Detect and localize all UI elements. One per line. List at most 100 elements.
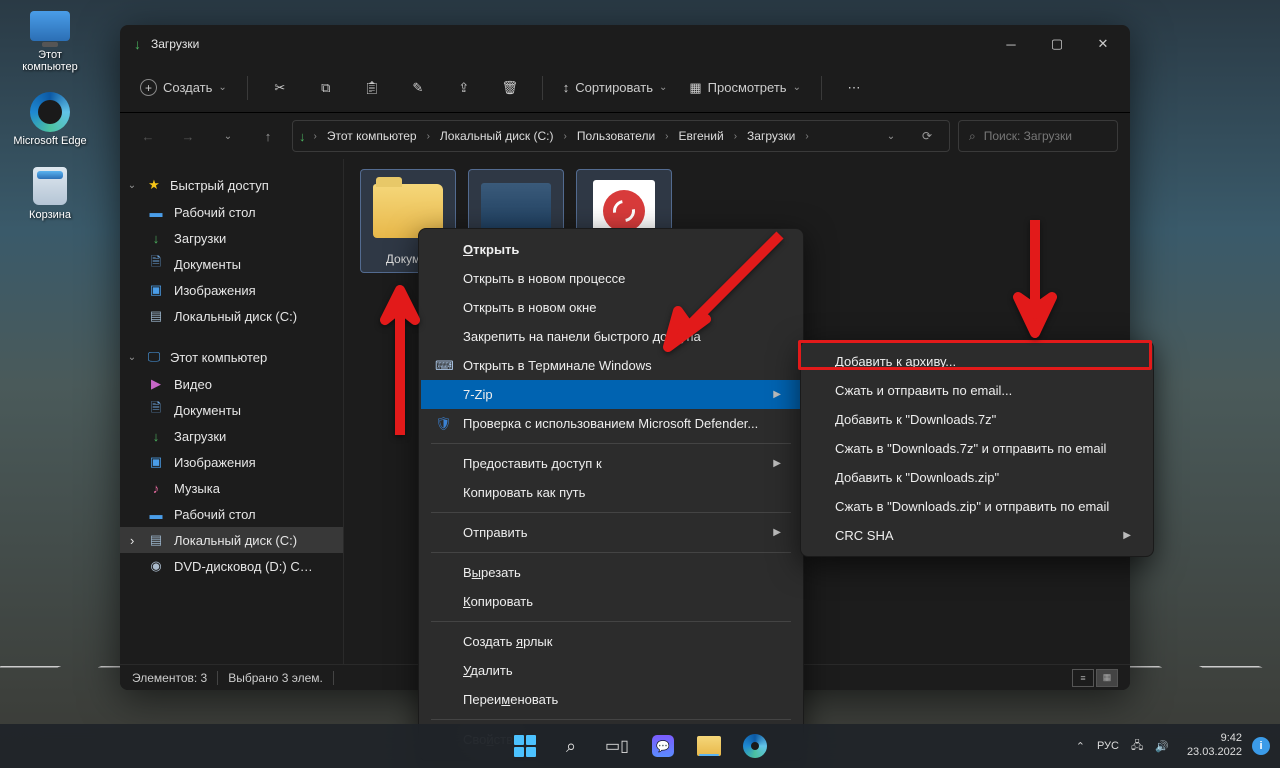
refresh-button[interactable]: ⟳ (911, 120, 943, 152)
close-button[interactable]: ✕ (1080, 28, 1126, 60)
ctx-open[interactable]: Открыть (421, 235, 801, 264)
tray-expand-icon[interactable]: ⌃ (1076, 740, 1085, 753)
downloads-icon: ↓ (148, 428, 164, 444)
icons-view-button[interactable]: ▦ (1096, 669, 1118, 687)
forward-button[interactable]: → (172, 120, 204, 152)
rename-button[interactable]: ✎ (398, 71, 438, 105)
sidebar-item-desktop[interactable]: ▬Рабочий стол (120, 199, 343, 225)
search-input[interactable]: ⌕ Поиск: Загрузки (958, 120, 1118, 152)
ctx-add-archive[interactable]: Добавить к архиву... (803, 347, 1151, 376)
minimize-button[interactable]: ─ (988, 28, 1034, 60)
edge-desktop-icon[interactable]: Microsoft Edge (10, 91, 90, 147)
breadcrumb[interactable]: Этот компьютер (321, 125, 423, 147)
pictures-icon: ▣ (148, 282, 164, 298)
task-view-button[interactable]: ▭▯ (597, 726, 637, 766)
view-button[interactable]: ▦ Просмотреть ⌄ (681, 71, 809, 105)
sidebar-item-videos[interactable]: ▶Видео (120, 371, 343, 397)
sidebar-item-documents[interactable]: 🗎Документы (120, 397, 343, 423)
explorer-taskbar-button[interactable] (689, 726, 729, 766)
this-pc-header[interactable]: ⌄ 🖵 Этот компьютер (120, 343, 343, 371)
sidebar-item-music[interactable]: ♪Музыка (120, 475, 343, 501)
notifications-button[interactable]: i (1252, 737, 1270, 755)
crumb-sep-icon: › (427, 131, 430, 142)
start-button[interactable] (505, 726, 545, 766)
ctx-crc-sha[interactable]: CRC SHA▶ (803, 521, 1151, 550)
paste-button[interactable]: 📋︎ (352, 71, 392, 105)
ctx-add-7z[interactable]: Добавить к "Downloads.7z" (803, 405, 1151, 434)
share-button[interactable]: ⇪ (444, 71, 484, 105)
chevron-right-icon: ▶ (743, 527, 781, 538)
context-menu: Открыть Открыть в новом процессе Открыть… (418, 228, 804, 761)
sidebar-item-desktop[interactable]: ▬Рабочий стол (120, 501, 343, 527)
sidebar-item-downloads[interactable]: ↓Загрузки (120, 225, 343, 251)
clock[interactable]: 9:42 23.03.2022 (1181, 732, 1248, 760)
ctx-add-zip[interactable]: Добавить к "Downloads.zip" (803, 463, 1151, 492)
dvd-icon: ◉ (148, 558, 164, 574)
ctx-defender[interactable]: 🛡Проверка с использованием Microsoft Def… (421, 409, 801, 438)
volume-icon[interactable]: 🔊 (1155, 740, 1169, 753)
search-button[interactable]: ⌕ (551, 726, 591, 766)
breadcrumb[interactable]: Пользователи (571, 125, 661, 147)
sidebar-item-downloads[interactable]: ↓Загрузки (120, 423, 343, 449)
maximize-button[interactable]: ▢ (1034, 28, 1080, 60)
delete-button[interactable]: 🗑︎ (490, 71, 530, 105)
sidebar-item-disk-c[interactable]: ▤Локальный диск (C:) (120, 303, 343, 329)
sidebar-item-disk-c[interactable]: ›▤Локальный диск (C:) (120, 527, 343, 553)
up-button[interactable]: ↑ (252, 120, 284, 152)
ctx-delete[interactable]: Удалить (421, 656, 801, 685)
ctx-compress-7z-email[interactable]: Сжать в "Downloads.7z" и отправить по em… (803, 434, 1151, 463)
chevron-right-icon: ▶ (1093, 530, 1131, 541)
folder-icon (697, 736, 721, 756)
cut-button[interactable]: ✂ (260, 71, 300, 105)
sidebar-item-pictures[interactable]: ▣Изображения (120, 449, 343, 475)
create-button[interactable]: + Создать ⌄ (132, 71, 235, 105)
sidebar-item-dvd[interactable]: ◉ DVD-дисковод (D:) CPBA_X6 (120, 553, 343, 579)
ctx-open-terminal[interactable]: ⌨Открыть в Терминале Windows (421, 351, 801, 380)
taskbar: ⌕ ▭▯ 💬 ⌃ РУС 🖧 🔊 9:42 23.03.2022 i (0, 724, 1280, 768)
ctx-copy-path[interactable]: Копировать как путь (421, 478, 801, 507)
edge-taskbar-button[interactable] (735, 726, 775, 766)
recent-button[interactable]: ⌄ (212, 120, 244, 152)
ctx-open-new-process[interactable]: Открыть в новом процессе (421, 264, 801, 293)
chat-button[interactable]: 💬 (643, 726, 683, 766)
ctx-compress-zip-email[interactable]: Сжать в "Downloads.zip" и отправить по e… (803, 492, 1151, 521)
ctx-grant-access[interactable]: Предоставить доступ к▶ (421, 449, 801, 478)
ctx-shortcut[interactable]: Создать ярлык (421, 627, 801, 656)
this-pc-desktop-icon[interactable]: Этот компьютер (10, 5, 90, 73)
sidebar-item-documents[interactable]: 🗎Документы (120, 251, 343, 277)
sidebar-item-pictures[interactable]: ▣Изображения (120, 277, 343, 303)
ctx-compress-email[interactable]: Сжать и отправить по email... (803, 376, 1151, 405)
breadcrumb[interactable]: Загрузки (741, 125, 801, 147)
copy-icon: ⧉ (321, 80, 330, 96)
ctx-send-to[interactable]: Отправить▶ (421, 518, 801, 547)
copy-button[interactable]: ⧉ (306, 71, 346, 105)
desktop-icon: ▬ (148, 506, 164, 522)
more-button[interactable]: ⋯ (834, 71, 874, 105)
language-indicator[interactable]: РУС (1097, 740, 1119, 752)
ctx-7zip[interactable]: 7-Zip▶ (421, 380, 801, 409)
sort-button[interactable]: ↕ Сортировать ⌄ (555, 71, 676, 105)
toolbar: + Создать ⌄ ✂ ⧉ 📋︎ ✎ ⇪ 🗑︎ ↕ Сортировать … (120, 63, 1130, 113)
titlebar[interactable]: ↓ Загрузки ─ ▢ ✕ (120, 25, 1130, 63)
address-bar[interactable]: ↓ › Этот компьютер › Локальный диск (C:)… (292, 120, 950, 152)
breadcrumb[interactable]: Евгений (673, 125, 730, 147)
ctx-rename[interactable]: Переименовать (421, 685, 801, 714)
sidebar-item-label: DVD-дисковод (D:) CPBA_X6 (174, 559, 314, 574)
ctx-cut[interactable]: Вырезать (421, 558, 801, 587)
back-button[interactable]: ← (132, 120, 164, 152)
ctx-copy[interactable]: Копировать (421, 587, 801, 616)
details-view-button[interactable]: ≡ (1072, 669, 1094, 687)
ctx-open-new-window[interactable]: Открыть в новом окне (421, 293, 801, 322)
create-label: Создать (163, 80, 212, 95)
sidebar-item-label: Рабочий стол (174, 205, 256, 220)
ctx-pin-quick[interactable]: Закрепить на панели быстрого доступа (421, 322, 801, 351)
network-icon[interactable]: 🖧 (1131, 737, 1143, 756)
sidebar-item-label: Документы (174, 403, 241, 418)
system-tray[interactable]: ⌃ РУС 🖧 🔊 (1068, 737, 1177, 756)
crumb-sep-icon: › (805, 131, 808, 142)
search-icon: ⌕ (566, 736, 576, 757)
address-history-button[interactable]: ⌄ (875, 120, 907, 152)
quick-access-header[interactable]: ⌄ ★ Быстрый доступ (120, 171, 343, 199)
recycle-bin-desktop-icon[interactable]: Корзина (10, 165, 90, 221)
breadcrumb[interactable]: Локальный диск (C:) (434, 125, 560, 147)
